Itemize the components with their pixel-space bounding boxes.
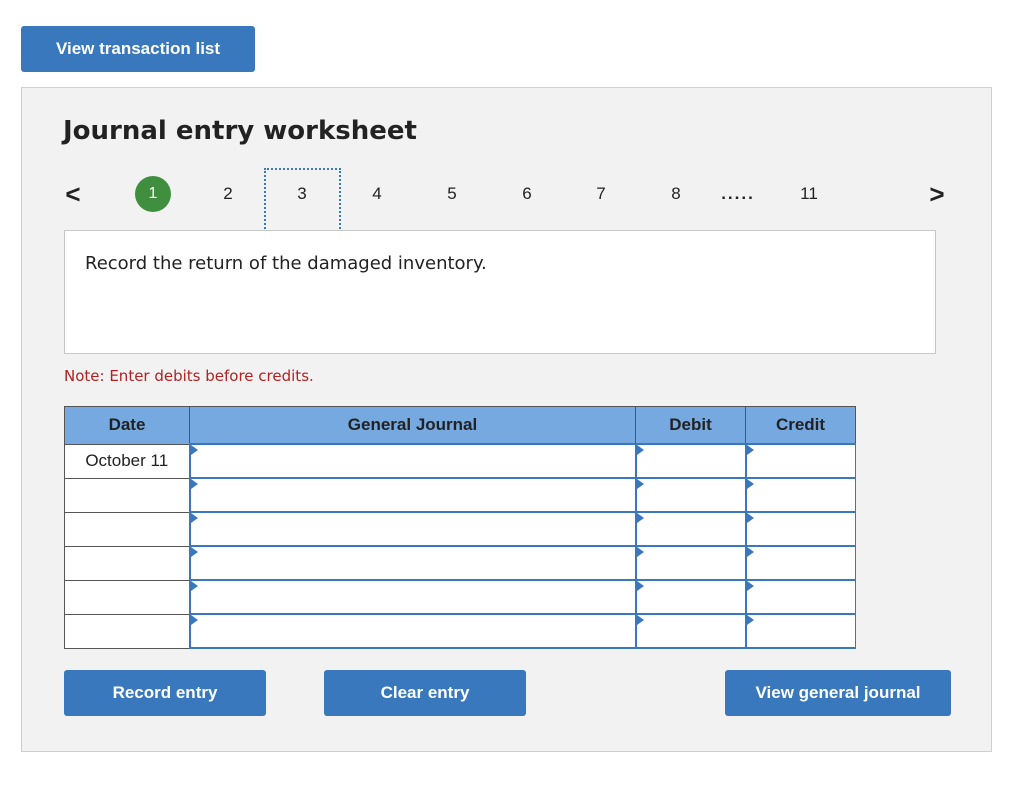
page-3-focus-ring xyxy=(264,168,341,232)
date-cell[interactable] xyxy=(64,511,190,547)
pager: < 1 2 3 4 5 6 7 8 ..... 11 > xyxy=(0,172,1024,216)
table-row xyxy=(64,613,856,649)
prev-arrow-icon[interactable]: < xyxy=(58,172,88,216)
journal-table: Date General Journal Debit Credit Octobe… xyxy=(64,406,856,649)
dropdown-marker-icon xyxy=(636,445,644,455)
page-5[interactable]: 5 xyxy=(437,172,467,216)
page-8[interactable]: 8 xyxy=(661,172,691,216)
view-transaction-list-button[interactable]: View transaction list xyxy=(21,26,255,72)
dropdown-marker-icon xyxy=(746,479,754,489)
credit-input[interactable] xyxy=(744,579,856,615)
dropdown-marker-icon xyxy=(190,445,198,455)
date-cell[interactable]: October 11 xyxy=(64,443,190,479)
table-row: October 11 xyxy=(64,443,856,479)
record-entry-button[interactable]: Record entry xyxy=(64,670,266,716)
account-input[interactable] xyxy=(188,613,636,649)
account-input[interactable] xyxy=(188,477,636,513)
credit-input[interactable] xyxy=(744,477,856,513)
dropdown-marker-icon xyxy=(746,581,754,591)
debit-input[interactable] xyxy=(634,511,746,547)
page-7[interactable]: 7 xyxy=(586,172,616,216)
note-text: Note: Enter debits before credits. xyxy=(64,367,314,385)
dropdown-marker-icon xyxy=(190,513,198,523)
page-4[interactable]: 4 xyxy=(362,172,392,216)
next-arrow-icon[interactable]: > xyxy=(922,172,952,216)
dropdown-marker-icon xyxy=(746,513,754,523)
view-general-journal-button[interactable]: View general journal xyxy=(725,670,951,716)
header-date: Date xyxy=(64,406,190,445)
dropdown-marker-icon xyxy=(636,547,644,557)
dropdown-marker-icon xyxy=(190,581,198,591)
clear-entry-button[interactable]: Clear entry xyxy=(324,670,526,716)
page-6[interactable]: 6 xyxy=(512,172,542,216)
debit-input[interactable] xyxy=(634,545,746,581)
debit-input[interactable] xyxy=(634,613,746,649)
dropdown-marker-icon xyxy=(190,547,198,557)
journal-header-row: Date General Journal Debit Credit xyxy=(64,406,856,445)
credit-input[interactable] xyxy=(744,613,856,649)
date-cell[interactable] xyxy=(64,579,190,615)
header-general-journal: General Journal xyxy=(189,406,636,445)
page-2[interactable]: 2 xyxy=(213,172,243,216)
table-row xyxy=(64,511,856,547)
dropdown-marker-icon xyxy=(636,581,644,591)
dropdown-marker-icon xyxy=(636,479,644,489)
debit-input[interactable] xyxy=(634,579,746,615)
account-input[interactable] xyxy=(188,579,636,615)
worksheet-title: Journal entry worksheet xyxy=(63,116,417,146)
page-1-active-badge: 1 xyxy=(135,176,171,212)
credit-input[interactable] xyxy=(744,545,856,581)
date-cell[interactable] xyxy=(64,545,190,581)
dropdown-marker-icon xyxy=(746,615,754,625)
table-row xyxy=(64,545,856,581)
debit-input[interactable] xyxy=(634,477,746,513)
date-cell[interactable] xyxy=(64,613,190,649)
page-1[interactable]: 1 xyxy=(134,172,172,216)
prompt-text: Record the return of the damaged invento… xyxy=(85,253,487,274)
pager-ellipsis: ..... xyxy=(721,184,755,203)
account-input[interactable] xyxy=(188,443,636,479)
prompt-box: Record the return of the damaged invento… xyxy=(64,230,936,354)
debit-input[interactable] xyxy=(634,443,746,479)
dropdown-marker-icon xyxy=(746,547,754,557)
credit-input[interactable] xyxy=(744,443,856,479)
dropdown-marker-icon xyxy=(746,445,754,455)
page-11[interactable]: 11 xyxy=(792,172,826,216)
table-row xyxy=(64,477,856,513)
table-row xyxy=(64,579,856,615)
dropdown-marker-icon xyxy=(636,513,644,523)
account-input[interactable] xyxy=(188,545,636,581)
dropdown-marker-icon xyxy=(636,615,644,625)
account-input[interactable] xyxy=(188,511,636,547)
credit-input[interactable] xyxy=(744,511,856,547)
dropdown-marker-icon xyxy=(190,615,198,625)
header-credit: Credit xyxy=(745,406,856,445)
dropdown-marker-icon xyxy=(190,479,198,489)
date-cell[interactable] xyxy=(64,477,190,513)
header-debit: Debit xyxy=(635,406,746,445)
